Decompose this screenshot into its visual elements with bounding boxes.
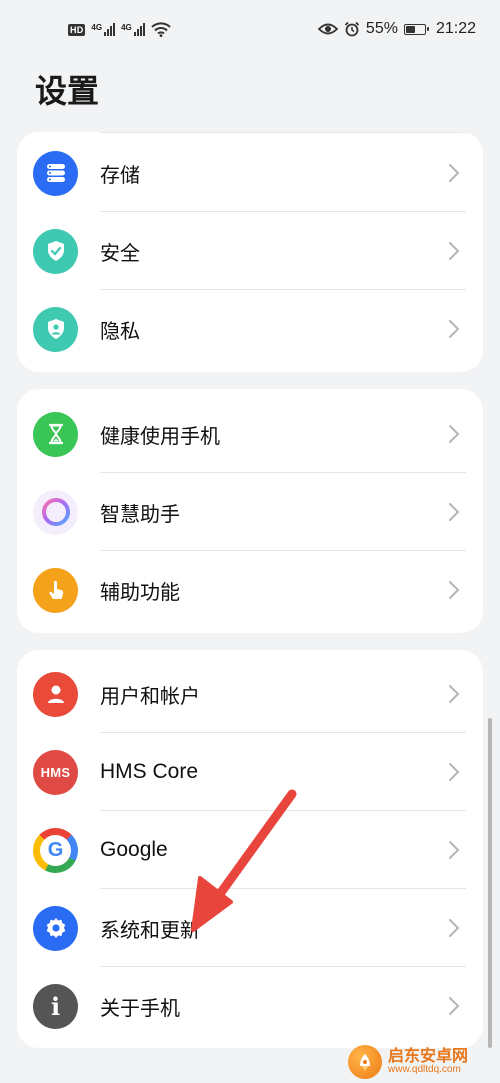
setting-label: 智慧助手: [100, 501, 180, 526]
top-divider: [100, 132, 466, 133]
hand-tap-icon: [33, 567, 78, 613]
watermark-name: 启东安卓网: [388, 1045, 469, 1065]
setting-item-google[interactable]: G Google: [17, 811, 483, 889]
sim2-signal-icon: 4G: [121, 23, 145, 36]
hms-icon-text: HMS: [40, 764, 71, 780]
setting-label: 辅助功能: [100, 579, 180, 604]
setting-label: 用户和帐户: [100, 683, 200, 708]
eye-comfort-icon: [317, 23, 338, 35]
setting-label: 存储: [100, 162, 140, 187]
google-icon-inner: G: [40, 834, 71, 866]
status-right: 55% 21:22: [317, 20, 476, 38]
gear-icon: [33, 905, 78, 951]
setting-item-privacy[interactable]: 隐私: [17, 290, 483, 368]
watermark-url: www.qdltdq.com: [388, 1063, 461, 1075]
setting-item-about-phone[interactable]: i 关于手机: [17, 967, 483, 1045]
setting-item-hms-core[interactable]: HMS HMS Core: [17, 733, 483, 811]
shield-check-icon: [33, 228, 78, 274]
chevron-right-icon: [443, 318, 465, 340]
chevron-right-icon: [443, 839, 465, 861]
chevron-right-icon: [443, 162, 465, 184]
battery-percent: 55%: [365, 20, 398, 37]
setting-item-system-update[interactable]: 系统和更新: [17, 889, 483, 967]
clock: 21:22: [435, 20, 476, 37]
alarm-icon: [344, 21, 360, 37]
settings-group-1: 存储 安全 隐私: [17, 132, 483, 372]
status-bar: HD 4G 4G 55% 21:22: [0, 0, 500, 62]
chevron-right-icon: [443, 579, 465, 601]
sim1-signal-icon: 4G: [91, 23, 116, 36]
settings-group-2: 健康使用手机 智慧助手 辅助功能: [17, 389, 483, 633]
info-icon-letter: i: [50, 991, 61, 1021]
setting-label: 健康使用手机: [100, 423, 220, 448]
google-icon-letter: G: [47, 838, 64, 861]
google-icon: G: [33, 827, 78, 873]
battery-fill: [405, 25, 416, 33]
setting-item-accessibility[interactable]: 辅助功能: [17, 551, 483, 629]
setting-item-security[interactable]: 安全: [17, 212, 483, 290]
setting-label: 系统和更新: [100, 917, 200, 942]
status-left: HD 4G 4G: [68, 22, 171, 37]
settings-group-3: 用户和帐户 HMS HMS Core G Google 系统和更新 i 关于手机: [17, 650, 483, 1048]
hms-core-icon: HMS: [33, 749, 78, 795]
setting-label: HMS Core: [100, 760, 199, 783]
chevron-right-icon: [443, 240, 465, 262]
setting-label: 隐私: [100, 318, 140, 343]
user-icon: [33, 671, 78, 717]
chevron-right-icon: [443, 423, 465, 445]
hourglass-icon: [33, 411, 78, 457]
assistant-ring-icon: [33, 489, 78, 535]
chevron-right-icon: [443, 995, 465, 1017]
setting-label: Google: [100, 838, 168, 861]
privacy-icon: [33, 306, 78, 352]
watermark-text: 启东安卓网 www.qdltdq.com: [388, 1045, 469, 1075]
setting-item-storage[interactable]: 存储: [17, 134, 483, 212]
chevron-right-icon: [443, 917, 465, 939]
storage-icon: [33, 150, 78, 196]
watermark: 启东安卓网 www.qdltdq.com: [348, 1040, 500, 1083]
chevron-right-icon: [443, 761, 465, 783]
setting-item-smart-assistant[interactable]: 智慧助手: [17, 473, 483, 551]
hd-badge: HD: [68, 23, 86, 36]
watermark-logo-icon: [348, 1044, 382, 1079]
wifi-icon: [151, 22, 171, 37]
page-title: 设置: [35, 72, 100, 110]
chevron-right-icon: [443, 683, 465, 705]
setting-item-users-accounts[interactable]: 用户和帐户: [17, 655, 483, 733]
battery-icon: [403, 23, 429, 35]
setting-label: 关于手机: [100, 995, 180, 1020]
info-icon: i: [33, 983, 78, 1029]
setting-item-digital-balance[interactable]: 健康使用手机: [17, 395, 483, 473]
chevron-right-icon: [443, 501, 465, 523]
setting-label: 安全: [100, 240, 140, 265]
scrollbar-thumb[interactable]: [488, 718, 492, 1048]
